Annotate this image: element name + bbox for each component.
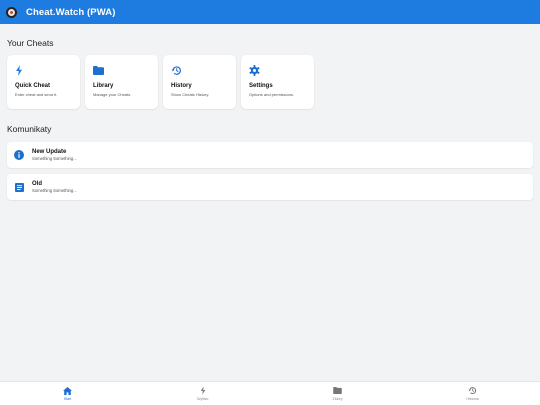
folder-icon	[93, 64, 150, 76]
app-title: Cheat.Watch (PWA)	[26, 6, 116, 18]
notification-new-update[interactable]: New Update Something Something...	[7, 142, 533, 168]
lightning-icon	[15, 64, 72, 76]
notification-title: New Update	[32, 149, 67, 155]
nav-label: Start	[63, 397, 72, 401]
section-heading-cheats: Your Cheats	[7, 38, 54, 48]
lightning-icon	[200, 386, 206, 395]
folder-icon	[333, 386, 342, 395]
card-library[interactable]: Library Manage your Cheats.	[85, 55, 158, 109]
bottom-navigation: Start Szybko Zbiory Historia	[0, 381, 540, 405]
gear-icon	[249, 64, 306, 76]
card-quick-cheat[interactable]: Quick Cheat Enter cheat and send it.	[7, 55, 80, 109]
notification-subtitle: Something Something...	[32, 156, 77, 161]
nav-item-quick[interactable]: Szybko	[135, 382, 270, 405]
nav-label: Historia	[466, 397, 479, 401]
card-title: Settings	[249, 83, 273, 89]
nav-item-library[interactable]: Zbiory	[270, 382, 405, 405]
card-title: Quick Cheat	[15, 83, 51, 89]
card-title: Library	[93, 83, 114, 89]
card-subtitle: Show Cheats History.	[171, 92, 210, 97]
info-icon	[14, 150, 24, 160]
card-subtitle: Enter cheat and send it.	[15, 92, 58, 97]
card-subtitle: Manage your Cheats.	[93, 92, 132, 97]
card-title: History	[171, 83, 192, 89]
notification-title: Old	[32, 181, 42, 187]
notification-subtitle: Something Something...	[32, 188, 77, 193]
history-icon	[171, 64, 228, 76]
cheat-cards: Quick Cheat Enter cheat and send it. Lib…	[7, 55, 314, 109]
app-bar: Cheat.Watch (PWA)	[0, 0, 540, 24]
app-root: Cheat.Watch (PWA) Your Cheats Quick Chea…	[0, 0, 540, 405]
home-icon	[63, 386, 72, 395]
card-history[interactable]: History Show Cheats History.	[163, 55, 236, 109]
app-logo	[6, 6, 17, 18]
card-settings[interactable]: Settings Options and permissions.	[241, 55, 314, 109]
card-subtitle: Options and permissions.	[249, 92, 295, 97]
notification-old[interactable]: Old Something Something...	[7, 174, 533, 200]
document-icon	[14, 182, 24, 192]
section-heading-messages: Komunikaty	[7, 124, 52, 134]
history-icon	[468, 386, 477, 395]
nav-item-start[interactable]: Start	[0, 382, 135, 405]
nav-label: Zbiory	[332, 397, 343, 401]
nav-label: Szybko	[196, 397, 209, 401]
nav-item-history[interactable]: Historia	[405, 382, 540, 405]
